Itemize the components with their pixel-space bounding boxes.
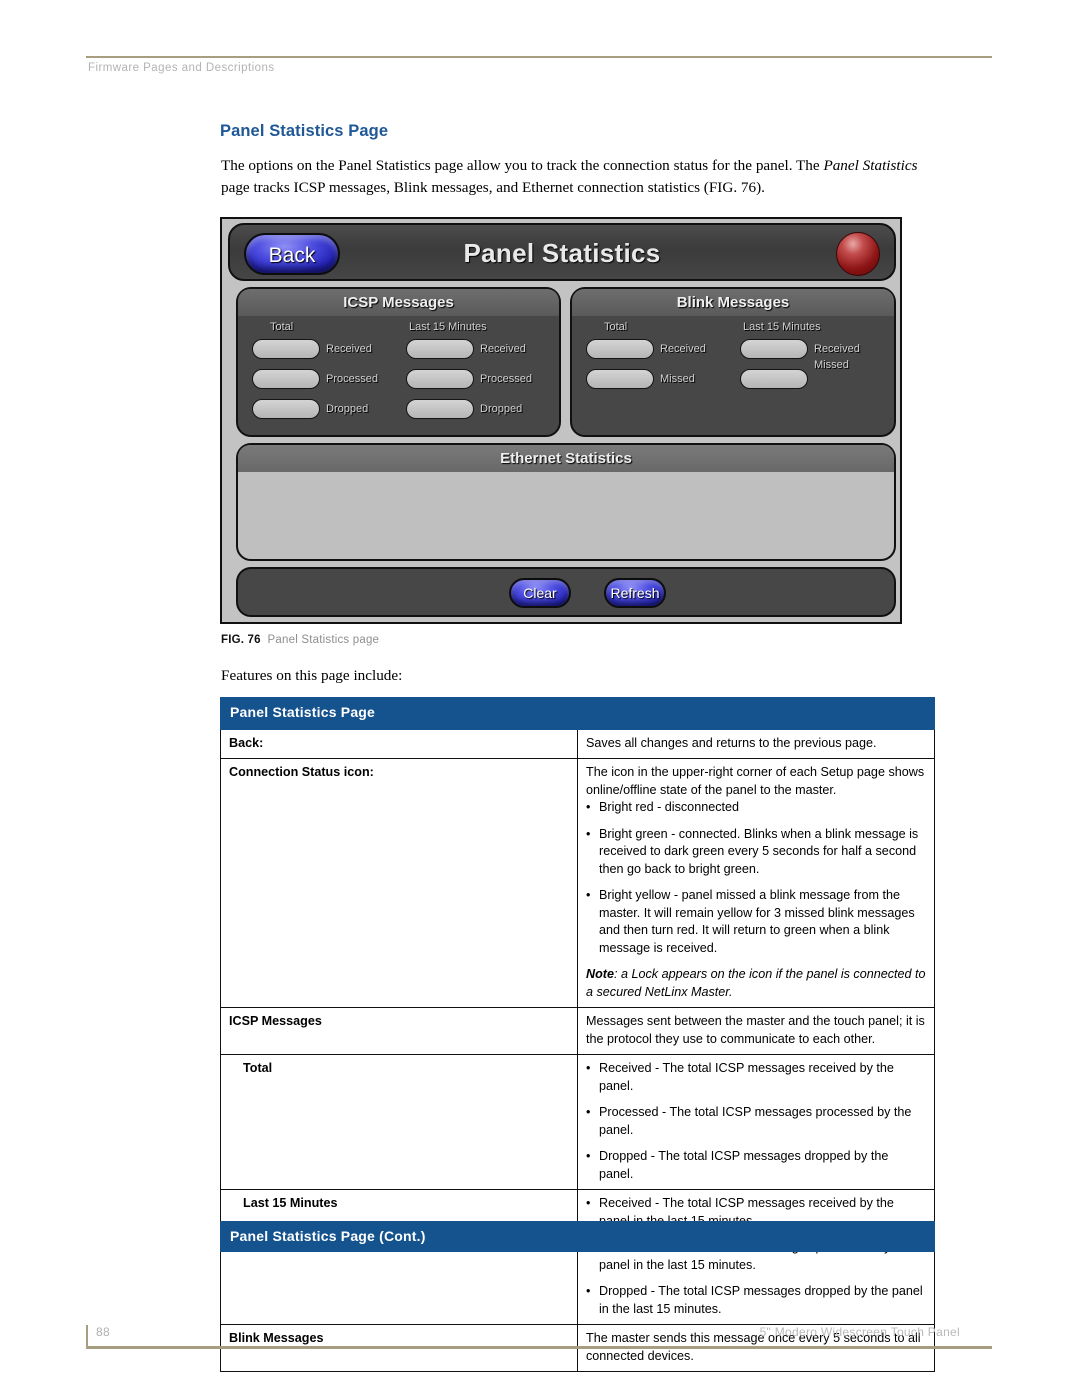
- footer-tick: [86, 1325, 88, 1347]
- note-text: : a Lock appears on the icon if the pane…: [586, 967, 926, 999]
- blink-total-missed-label: Missed: [660, 373, 695, 385]
- row-key: Back:: [220, 728, 578, 759]
- row-bullets: Received - The total ICSP messages recei…: [586, 1195, 926, 1318]
- page-title: Panel Statistics Page: [220, 122, 389, 140]
- bullet-item: Bright red - disconnected: [586, 799, 926, 817]
- group-blink-title: Blink Messages: [572, 289, 894, 316]
- row-lead-text: The icon in the upper-right corner of ea…: [586, 765, 925, 797]
- clear-button-label: Clear: [523, 585, 557, 601]
- bullet-item: Processed - The total ICSP messages proc…: [586, 1104, 926, 1139]
- group-icsp-messages: ICSP Messages Total Last 15 Minutes Rece…: [236, 287, 561, 437]
- bullet-item: Received - The total ICSP messages recei…: [586, 1060, 926, 1095]
- row-value: The icon in the upper-right corner of ea…: [577, 758, 935, 1008]
- blink-col-last15: Last 15 Minutes: [743, 321, 821, 333]
- blink-col-total: Total: [604, 321, 628, 333]
- group-ethernet-title: Ethernet Statistics: [238, 445, 894, 472]
- row-key: Connection Status icon:: [220, 758, 578, 1008]
- blink-last15-missed-label: Missed: [814, 359, 849, 371]
- table-heading-row: Panel Statistics Page: [220, 697, 935, 730]
- row-key: Total: [220, 1054, 578, 1190]
- icsp-total-dropped-label: Dropped: [326, 403, 369, 415]
- icsp-total-received-label: Received: [326, 343, 372, 355]
- figure-label: FIG. 76: [221, 634, 261, 646]
- table-row: Total Received - The total ICSP messages…: [220, 1054, 935, 1190]
- icsp-last15-dropped-label: Dropped: [480, 403, 523, 415]
- header-rule: [86, 56, 992, 58]
- intro-text-b: page tracks ICSP messages, Blink message…: [221, 179, 765, 196]
- panel-action-bar: Clear Refresh: [236, 567, 896, 617]
- icsp-col-last15: Last 15 Minutes: [409, 321, 487, 333]
- row-value: Received - The total ICSP messages recei…: [577, 1054, 935, 1190]
- blink-last15-missed-field[interactable]: [740, 369, 808, 389]
- row-key: ICSP Messages: [220, 1007, 578, 1055]
- group-ethernet-statistics: Ethernet Statistics: [236, 443, 896, 561]
- blink-last15-received-field[interactable]: [740, 339, 808, 359]
- row-note: Note: a Lock appears on the icon if the …: [586, 966, 926, 1001]
- row-value: Messages sent between the master and the…: [577, 1007, 935, 1055]
- group-icsp-title: ICSP Messages: [238, 289, 559, 316]
- bullet-item: Dropped - The total ICSP messages droppe…: [586, 1283, 926, 1318]
- table-row: Back: Saves all changes and returns to t…: [220, 728, 935, 759]
- icsp-last15-received-label: Received: [480, 343, 526, 355]
- features-table-continued: Panel Statistics Page (Cont.): [220, 1221, 935, 1252]
- figure-caption: FIG. 76 Panel Statistics page: [221, 634, 379, 646]
- icsp-total-dropped-field[interactable]: [252, 399, 320, 419]
- row-key: Last 15 Minutes: [220, 1189, 578, 1325]
- refresh-button-label: Refresh: [610, 585, 660, 601]
- intro-emphasis: Panel Statistics: [823, 157, 918, 174]
- refresh-button[interactable]: Refresh: [604, 578, 666, 608]
- bullet-item: Bright green - connected. Blinks when a …: [586, 826, 926, 879]
- blink-total-received-label: Received: [660, 343, 706, 355]
- icsp-total-processed-label: Processed: [326, 373, 378, 385]
- page-number: 88: [96, 1325, 110, 1339]
- footer-doc-title: 5" Modero Widescreen Touch Panel: [759, 1325, 960, 1339]
- icsp-col-total: Total: [270, 321, 294, 333]
- figure-caption-text: Panel Statistics page: [267, 634, 380, 646]
- table-cont-heading-row: Panel Statistics Page (Cont.): [220, 1221, 935, 1252]
- icsp-total-processed-field[interactable]: [252, 369, 320, 389]
- table-row: ICSP Messages Messages sent between the …: [220, 1007, 935, 1055]
- row-value: Received - The total ICSP messages recei…: [577, 1189, 935, 1325]
- icsp-last15-dropped-field[interactable]: [406, 399, 474, 419]
- intro-text-a: The options on the Panel Statistics page…: [221, 157, 824, 174]
- icsp-total-received-field[interactable]: [252, 339, 320, 359]
- features-lead-in: Features on this page include:: [221, 667, 403, 684]
- blink-total-missed-field[interactable]: [586, 369, 654, 389]
- row-bullets: Received - The total ICSP messages recei…: [586, 1060, 926, 1183]
- table-cont-heading-label: Panel Statistics Page (Cont.): [220, 1221, 935, 1252]
- icsp-last15-processed-field[interactable]: [406, 369, 474, 389]
- blink-last15-received-label: Received: [814, 343, 860, 355]
- icsp-last15-received-field[interactable]: [406, 339, 474, 359]
- table-heading-label: Panel Statistics Page: [220, 697, 935, 730]
- document-page: Firmware Pages and Descriptions Panel St…: [0, 0, 1080, 1397]
- bullet-item: Dropped - The total ICSP messages droppe…: [586, 1148, 926, 1183]
- note-label: Note: [586, 967, 614, 981]
- panel-title-bar: Back Panel Statistics: [228, 223, 896, 281]
- blink-total-received-field[interactable]: [586, 339, 654, 359]
- table-row: Last 15 Minutes Received - The total ICS…: [220, 1189, 935, 1325]
- running-header: Firmware Pages and Descriptions: [88, 62, 275, 74]
- icsp-last15-processed-label: Processed: [480, 373, 532, 385]
- figure-panel-statistics-screenshot: Back Panel Statistics ICSP Messages Tota…: [220, 217, 902, 624]
- clear-button[interactable]: Clear: [509, 578, 571, 608]
- group-blink-messages: Blink Messages Total Last 15 Minutes Rec…: [570, 287, 896, 437]
- bullet-item: Bright yellow - panel missed a blink mes…: [586, 887, 926, 957]
- intro-paragraph: The options on the Panel Statistics page…: [221, 155, 935, 199]
- table-row: Connection Status icon: The icon in the …: [220, 758, 935, 1008]
- features-table: Panel Statistics Page Back: Saves all ch…: [220, 697, 935, 1372]
- panel-title: Panel Statistics: [463, 238, 661, 268]
- row-value: Saves all changes and returns to the pre…: [577, 728, 935, 759]
- footer-rule: [86, 1346, 992, 1349]
- connection-status-icon[interactable]: [836, 232, 880, 276]
- row-bullets: Bright red - disconnected Bright green -…: [586, 799, 926, 957]
